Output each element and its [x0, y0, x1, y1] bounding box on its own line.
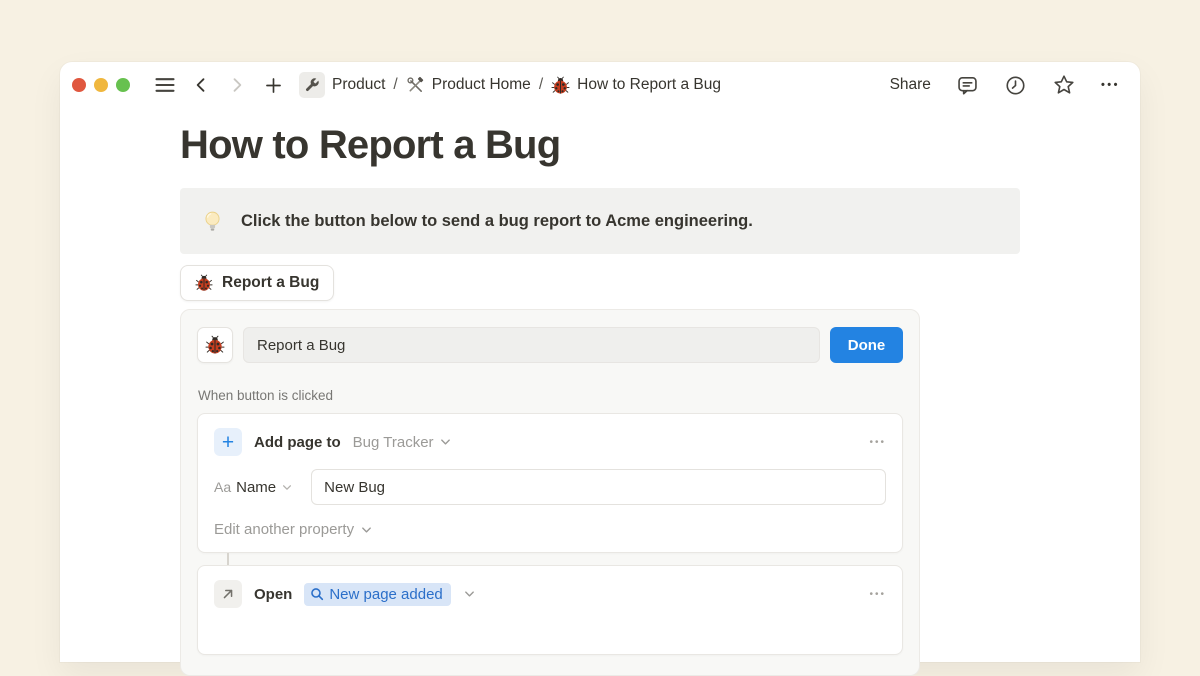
- step-more-options-icon[interactable]: •••: [869, 437, 886, 448]
- more-options-icon[interactable]: •••: [1101, 79, 1120, 91]
- step-action-label: Open: [254, 586, 292, 603]
- property-row: Aa Name: [214, 469, 886, 505]
- plus-icon: +: [214, 428, 242, 456]
- done-button[interactable]: Done: [830, 327, 903, 363]
- chevron-down-icon[interactable]: [463, 588, 476, 600]
- button-name-input[interactable]: [243, 327, 820, 363]
- page-content: How to Report a Bug Click the button bel…: [60, 120, 1140, 676]
- property-value-input[interactable]: [311, 469, 886, 505]
- hammer-wrench-icon: [406, 76, 425, 95]
- step-action-label: Add page to: [254, 434, 341, 451]
- minimize-window-button[interactable]: [94, 78, 108, 92]
- trigger-label: When button is clicked: [198, 388, 903, 403]
- page-title: How to Report a Bug: [180, 120, 1020, 170]
- breadcrumb-label: How to Report a Bug: [577, 76, 721, 94]
- share-button[interactable]: Share: [890, 76, 931, 94]
- callout-text: Click the button below to send a bug rep…: [241, 208, 753, 234]
- updates-clock-icon[interactable]: [1004, 74, 1027, 97]
- callout-block: Click the button below to send a bug rep…: [180, 188, 1020, 254]
- step-connector-line: [227, 553, 229, 565]
- window-controls: [72, 78, 130, 92]
- breadcrumb-label: Product Home: [432, 76, 531, 94]
- button-config-header: Done: [197, 327, 903, 363]
- sidebar-menu-icon[interactable]: [152, 72, 178, 98]
- button-emoji-picker[interactable]: [197, 327, 233, 363]
- breadcrumb-item-current-page[interactable]: How to Report a Bug: [547, 74, 725, 97]
- automation-step-add-page: + Add page to Bug Tracker ••• Aa Name: [197, 413, 903, 553]
- step-header-row: Open New page added •••: [214, 580, 886, 608]
- step-more-options-icon[interactable]: •••: [869, 589, 886, 600]
- new-page-icon[interactable]: [260, 72, 286, 98]
- breadcrumb-separator: /: [393, 76, 397, 94]
- ladybug-icon: [205, 335, 225, 355]
- zoom-window-button[interactable]: [116, 78, 130, 92]
- topbar: Product / Product Home /: [60, 62, 1140, 108]
- light-bulb-icon: [200, 209, 225, 234]
- topbar-actions: Share •••: [890, 73, 1120, 97]
- breadcrumb-label: Product: [332, 76, 385, 94]
- button-config-panel: Done When button is clicked + Add page t…: [180, 309, 920, 676]
- app-window: Product / Product Home /: [60, 62, 1140, 662]
- target-database-label: Bug Tracker: [353, 434, 434, 451]
- breadcrumb: Product / Product Home /: [293, 70, 725, 100]
- automation-step-open-page: Open New page added •••: [197, 565, 903, 655]
- arrow-up-right-icon: [214, 580, 242, 608]
- chevron-down-icon: [439, 436, 452, 448]
- wrench-icon: [299, 72, 325, 98]
- chevron-down-icon: [360, 524, 373, 536]
- report-button-label: Report a Bug: [222, 274, 319, 292]
- step-header-row: + Add page to Bug Tracker •••: [214, 428, 886, 456]
- edit-another-property-label: Edit another property: [214, 521, 354, 538]
- property-name-select[interactable]: Aa Name: [214, 479, 293, 496]
- breadcrumb-separator: /: [539, 76, 543, 94]
- breadcrumb-item-product[interactable]: Product: [293, 70, 389, 100]
- desktop-background: { "colors": { "page_background": "#F7F1E…: [0, 0, 1200, 630]
- open-target-label: New page added: [329, 586, 442, 603]
- property-name-label: Name: [236, 479, 276, 496]
- target-database-select[interactable]: Bug Tracker: [353, 434, 452, 451]
- ladybug-icon: [551, 76, 570, 95]
- comments-icon[interactable]: [956, 74, 979, 97]
- nav-controls: [152, 72, 286, 98]
- edit-another-property-button[interactable]: Edit another property: [214, 521, 886, 538]
- forward-icon[interactable]: [224, 72, 250, 98]
- open-target-chip[interactable]: New page added: [304, 583, 450, 606]
- favorite-star-icon[interactable]: [1052, 73, 1076, 97]
- breadcrumb-item-product-home[interactable]: Product Home: [402, 74, 535, 97]
- chevron-down-icon: [281, 482, 293, 493]
- back-icon[interactable]: [188, 72, 214, 98]
- close-window-button[interactable]: [72, 78, 86, 92]
- report-a-bug-button[interactable]: Report a Bug: [180, 265, 334, 301]
- text-property-icon: Aa: [214, 479, 231, 495]
- ladybug-icon: [195, 274, 213, 292]
- search-icon: [310, 587, 324, 601]
